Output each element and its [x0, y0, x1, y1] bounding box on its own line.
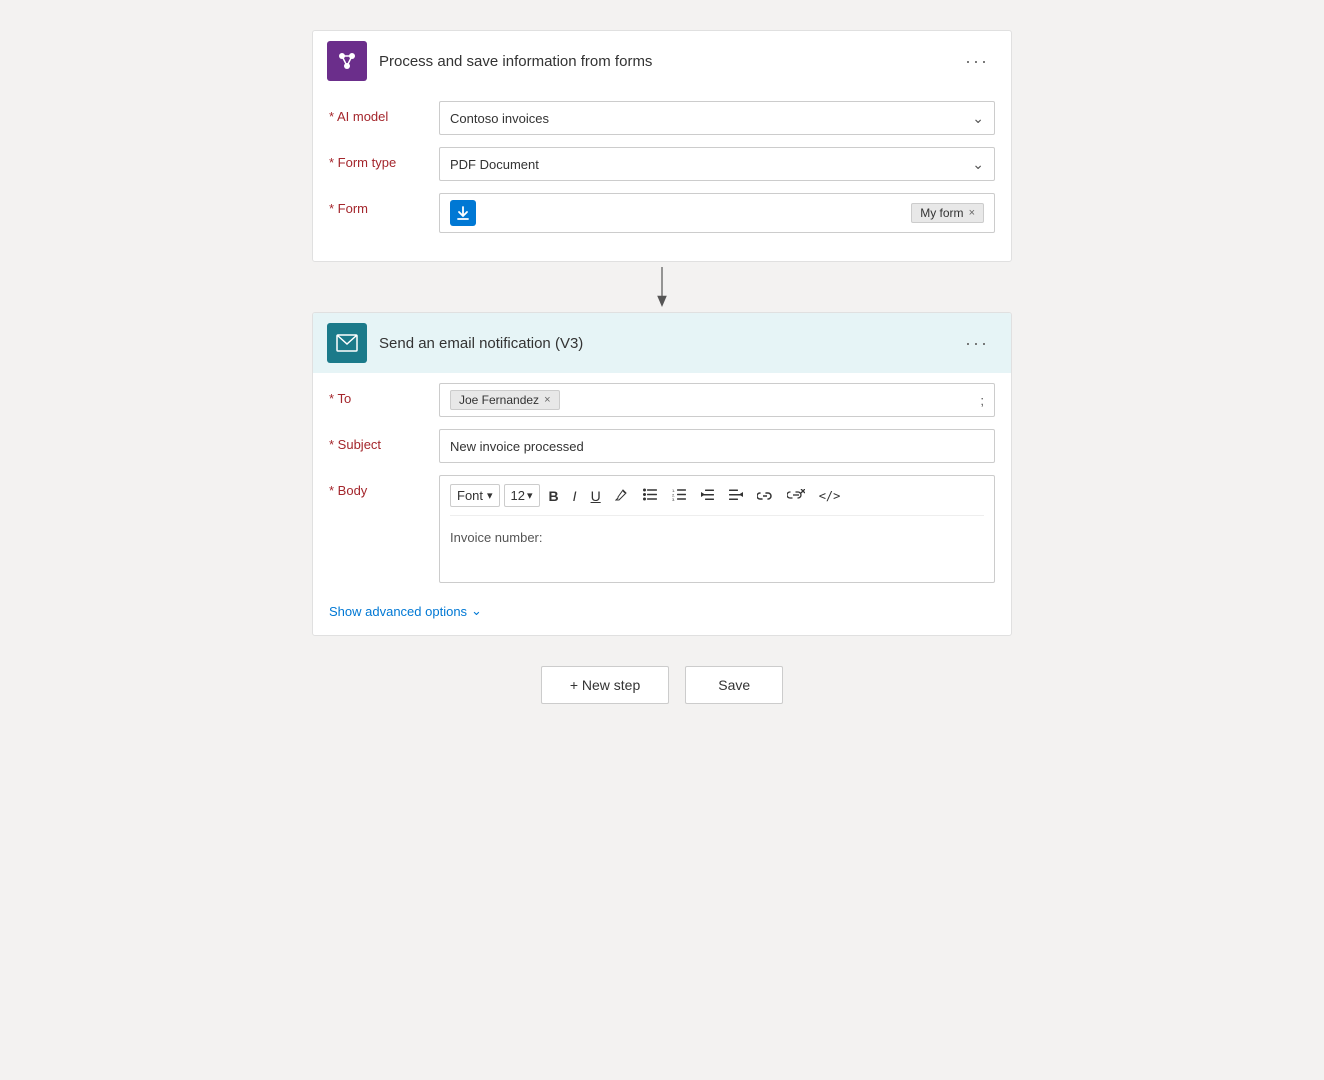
ai-model-value: Contoso invoices [450, 111, 549, 126]
canvas: Process and save information from forms … [272, 20, 1052, 1060]
remove-link-button[interactable] [782, 485, 810, 507]
header-left: Process and save information from forms [327, 41, 652, 81]
form-type-row: Form type PDF Document ⌄ [329, 147, 995, 181]
form-type-input[interactable]: PDF Document ⌄ [439, 147, 995, 181]
indent-decrease-button[interactable] [696, 485, 720, 507]
send-email-body: To Joe Fernandez × ; Subject New invoice… [313, 373, 1011, 635]
font-size-value: 12 [511, 488, 525, 503]
email-icon [327, 323, 367, 363]
highlight-button[interactable] [610, 484, 634, 507]
size-chevron-icon: ▾ [527, 489, 533, 502]
to-separator: ; [980, 393, 984, 408]
ai-model-chevron-icon: ⌄ [972, 110, 984, 127]
process-forms-more-button[interactable]: ··· [957, 47, 997, 76]
code-view-button[interactable]: </> [814, 486, 846, 506]
ai-model-row: AI model Contoso invoices ⌄ [329, 101, 995, 135]
body-row: Body Font ▾ 12 ▾ B [329, 475, 995, 583]
send-email-title: Send an email notification (V3) [379, 335, 583, 352]
subject-row: Subject New invoice processed [329, 429, 995, 463]
subject-label: Subject [329, 429, 439, 452]
indent-increase-button[interactable] [724, 485, 748, 507]
ordered-list-button[interactable]: 1. 2. 3. [667, 485, 692, 507]
process-forms-body: AI model Contoso invoices ⌄ Form type PD… [313, 91, 1011, 261]
form-tag-label: My form [920, 206, 963, 220]
italic-button[interactable]: I [568, 485, 582, 507]
new-step-button[interactable]: + New step [541, 666, 669, 704]
to-input[interactable]: Joe Fernandez × ; [439, 383, 995, 417]
to-row: To Joe Fernandez × ; [329, 383, 995, 417]
to-tag-label: Joe Fernandez [459, 393, 539, 407]
form-tag-remove[interactable]: × [969, 207, 975, 219]
send-email-card: Send an email notification (V3) ··· To J… [312, 312, 1012, 636]
ai-model-input[interactable]: Contoso invoices ⌄ [439, 101, 995, 135]
form-type-value: PDF Document [450, 157, 539, 172]
font-chevron-icon: ▾ [487, 489, 493, 502]
subject-value: New invoice processed [450, 439, 584, 454]
show-advanced-label: Show advanced options [329, 604, 467, 619]
svg-text:3.: 3. [672, 497, 675, 501]
font-selector[interactable]: Font ▾ [450, 484, 500, 507]
connector-arrow [652, 262, 672, 312]
bottom-actions: + New step Save [541, 666, 783, 704]
form-type-chevron-icon: ⌄ [972, 156, 984, 173]
form-row: Form My form × [329, 193, 995, 233]
body-content[interactable]: Invoice number: [450, 524, 984, 574]
form-type-label: Form type [329, 147, 439, 170]
underline-button[interactable]: U [586, 485, 606, 507]
body-toolbar: Font ▾ 12 ▾ B I U [450, 484, 984, 516]
unordered-list-button[interactable] [638, 485, 663, 507]
email-header-left: Send an email notification (V3) [327, 323, 583, 363]
body-text: Invoice number: [450, 530, 543, 545]
process-forms-header: Process and save information from forms … [313, 31, 1011, 91]
font-size-selector[interactable]: 12 ▾ [504, 484, 540, 507]
body-editor[interactable]: Font ▾ 12 ▾ B I U [439, 475, 995, 583]
to-tag-remove[interactable]: × [544, 394, 550, 406]
send-email-more-button[interactable]: ··· [957, 329, 997, 358]
process-forms-title: Process and save information from forms [379, 53, 652, 70]
form-blue-icon [450, 200, 476, 226]
body-label: Body [329, 475, 439, 498]
subject-input[interactable]: New invoice processed [439, 429, 995, 463]
save-button[interactable]: Save [685, 666, 783, 704]
show-advanced-button[interactable]: Show advanced options ⌄ [329, 595, 482, 619]
font-label: Font [457, 488, 483, 503]
ai-model-label: AI model [329, 101, 439, 124]
to-tag: Joe Fernandez × [450, 390, 560, 410]
form-label: Form [329, 193, 439, 216]
process-forms-card: Process and save information from forms … [312, 30, 1012, 262]
process-forms-icon [327, 41, 367, 81]
form-tag: My form × [911, 203, 984, 223]
insert-link-button[interactable] [752, 485, 778, 507]
bold-button[interactable]: B [544, 485, 564, 507]
show-advanced-chevron-icon: ⌄ [471, 603, 482, 619]
to-label: To [329, 383, 439, 406]
send-email-header: Send an email notification (V3) ··· [313, 313, 1011, 373]
form-input[interactable]: My form × [439, 193, 995, 233]
